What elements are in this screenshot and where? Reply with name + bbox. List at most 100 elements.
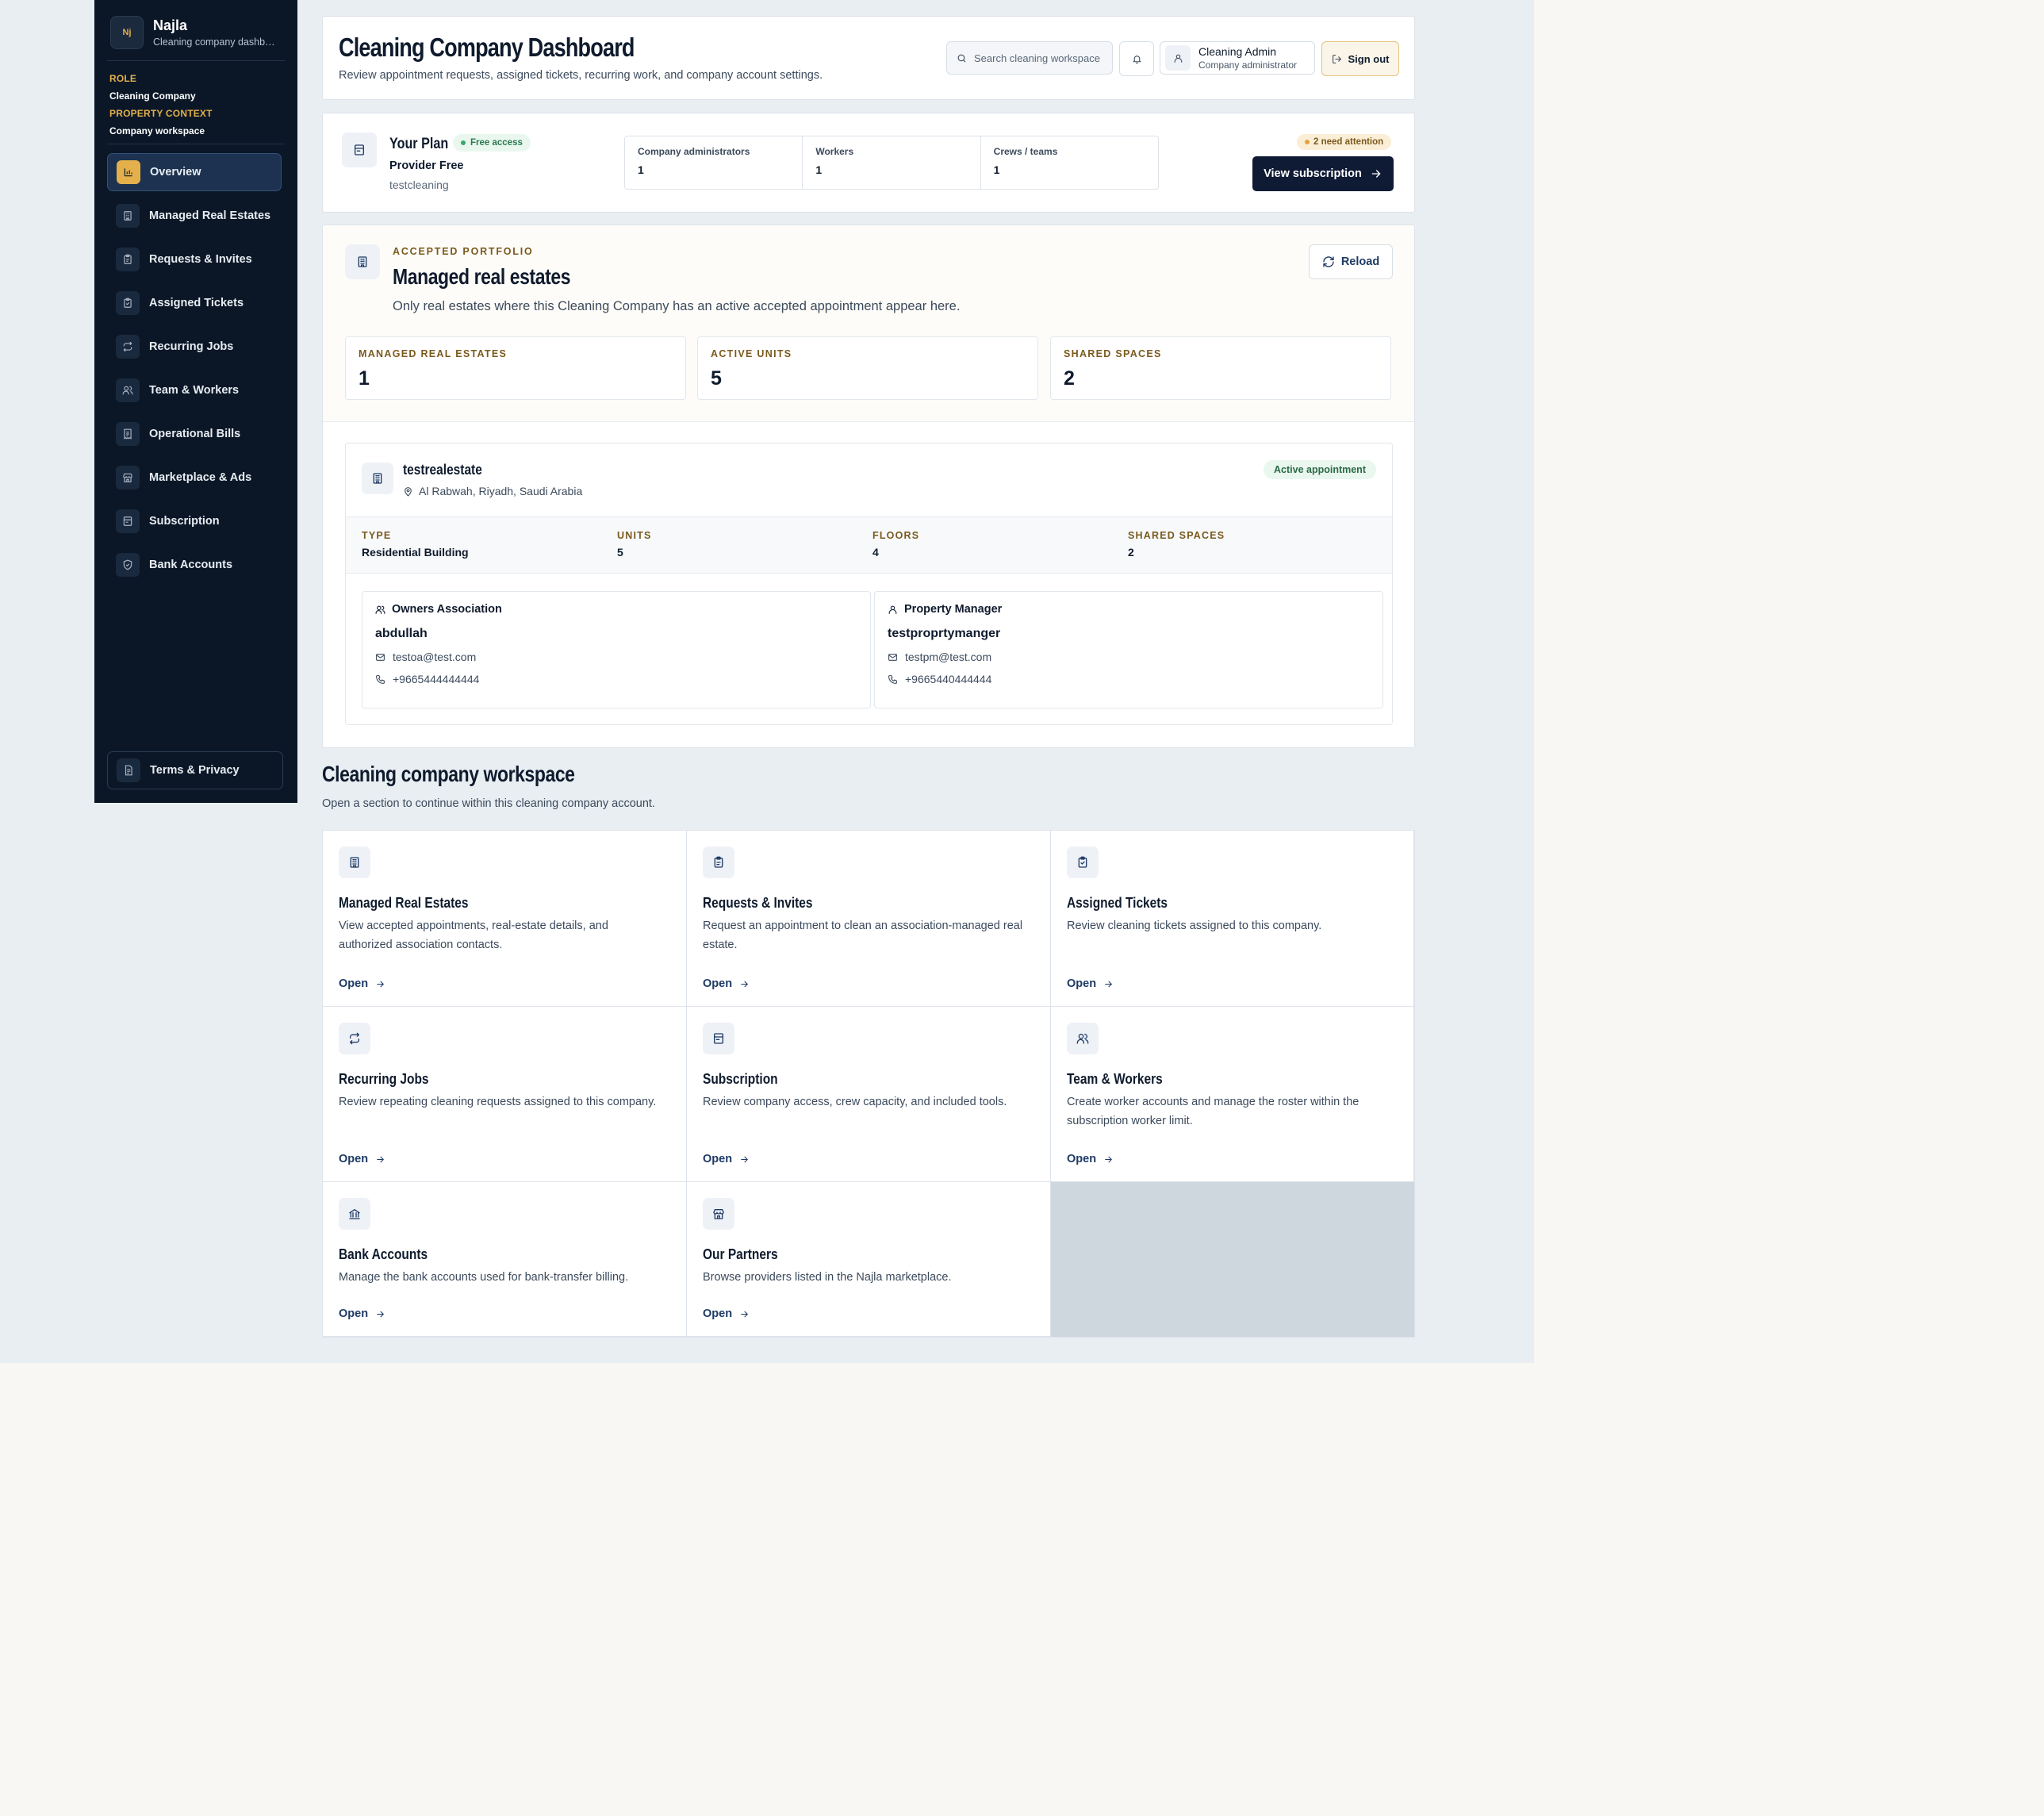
open-label: Open (1067, 977, 1097, 990)
warning-dot (1305, 140, 1310, 144)
tile-description: Browse providers listed in the Najla mar… (703, 1271, 952, 1284)
plan-stat: Company administrators 1 (625, 136, 803, 189)
arrow-right-icon (739, 979, 750, 989)
real-estate-card[interactable]: testrealestate Al Rabwah, Riyadh, Saudi … (345, 443, 1393, 725)
brand[interactable]: Nj Najla Cleaning company dashboard (110, 16, 280, 49)
open-link[interactable]: Open (703, 977, 750, 990)
tile-our-partners[interactable]: Our Partners Browse providers listed in … (687, 1182, 1051, 1337)
portfolio-title: Managed real estates (393, 264, 571, 289)
plan-title: Your Plan (389, 136, 449, 152)
open-label: Open (703, 977, 733, 990)
arrow-right-icon (739, 1154, 750, 1165)
users-icon (116, 378, 140, 402)
workspace-subtitle: Open a section to continue within this c… (322, 797, 655, 810)
sidebar-item-label: Subscription (149, 515, 220, 528)
clipboard-icon (116, 248, 140, 271)
sign-out-button[interactable]: Sign out (1321, 41, 1399, 76)
brand-subtitle: Cleaning company dashboard (153, 36, 280, 48)
contact-email[interactable]: testoa@test.com (375, 651, 857, 663)
open-link[interactable]: Open (1067, 1153, 1114, 1165)
brand-name: Najla (153, 17, 188, 33)
sidebar-item-label: Team & Workers (149, 384, 240, 397)
plan-stat: Crews / teams 1 (981, 136, 1158, 189)
contact-phone[interactable]: +9665440444444 (888, 673, 1370, 685)
sidebar-item-overview[interactable]: Overview (107, 153, 282, 191)
sidebar-item-requests-invites[interactable]: Requests & Invites (107, 240, 282, 278)
metric-label: MANAGED REAL ESTATES (359, 348, 508, 359)
open-link[interactable]: Open (1067, 977, 1114, 990)
arrow-right-icon (375, 979, 385, 989)
tile-team-workers[interactable]: Team & Workers Create worker accounts an… (1051, 1007, 1414, 1182)
user-icon (1173, 53, 1183, 63)
open-link[interactable]: Open (703, 1153, 750, 1165)
sidebar-item-marketplace-ads[interactable]: Marketplace & Ads (107, 459, 282, 497)
plan-stat-value: 1 (815, 163, 823, 176)
tile-managed-real-estates[interactable]: Managed Real Estates View accepted appoi… (323, 831, 687, 1007)
user-menu[interactable]: Cleaning Admin Company administrator (1160, 41, 1315, 75)
user-icon (888, 605, 898, 615)
sidebar-item-bank-accounts[interactable]: Bank Accounts (107, 546, 282, 584)
plan-name: Provider Free (389, 159, 464, 172)
fact-label: FLOORS (872, 530, 920, 541)
tile-title: Our Partners (703, 1246, 778, 1262)
arrow-right-icon (1103, 979, 1114, 989)
sidebar-item-label: Recurring Jobs (149, 340, 234, 353)
contact-email[interactable]: testpm@test.com (888, 651, 1370, 663)
metric-card: SHARED SPACES 2 (1050, 336, 1391, 400)
contact-phone[interactable]: +9665444444444 (375, 673, 857, 685)
sidebar-item-managed-real-estates[interactable]: Managed Real Estates (107, 197, 282, 235)
reload-button[interactable]: Reload (1309, 244, 1393, 279)
plan-stat-label: Workers (815, 146, 854, 157)
metric-card: ACTIVE UNITS 5 (697, 336, 1038, 400)
search-icon (957, 53, 967, 63)
fact-value: 5 (617, 546, 623, 559)
fact: UNITS 5 (617, 517, 872, 573)
arrow-right-icon (375, 1309, 385, 1319)
mail-icon (888, 652, 898, 662)
real-estate-location: Al Rabwah, Riyadh, Saudi Arabia (403, 485, 582, 497)
open-link[interactable]: Open (339, 1153, 385, 1165)
tile-title: Recurring Jobs (339, 1071, 429, 1087)
plan-stat-label: Crews / teams (993, 146, 1058, 157)
open-link[interactable]: Open (339, 977, 385, 990)
fact-value: 2 (1128, 546, 1134, 559)
portfolio-card: ACCEPTED PORTFOLIO Managed real estates … (322, 225, 1415, 748)
view-subscription-button[interactable]: View subscription (1252, 156, 1394, 191)
metric-value: 2 (1064, 367, 1075, 390)
sidebar-item-operational-bills[interactable]: Operational Bills (107, 415, 282, 453)
tile-subscription[interactable]: Subscription Review company access, crew… (687, 1007, 1051, 1182)
attention-badge: 2 need attention (1297, 134, 1392, 150)
open-link[interactable]: Open (339, 1307, 385, 1320)
email-text: testpm@test.com (905, 651, 992, 663)
notifications-button[interactable] (1119, 41, 1154, 76)
sidebar-item-team-workers[interactable]: Team & Workers (107, 371, 282, 409)
open-label: Open (339, 1307, 369, 1320)
plan-stats: Company administrators 1 Workers 1 Crews… (624, 136, 1159, 190)
sidebar-item-label: Managed Real Estates (149, 209, 271, 222)
building-icon (339, 847, 370, 878)
tile-assigned-tickets[interactable]: Assigned Tickets Review cleaning tickets… (1051, 831, 1414, 1007)
sidebar-item-label: Bank Accounts (149, 559, 233, 571)
real-estate-name: testrealestate (403, 462, 482, 478)
sidebar-item-subscription[interactable]: Subscription (107, 502, 282, 540)
search-input[interactable]: Search cleaning workspace (946, 41, 1113, 75)
sidebar-nav: Overview Managed Real Estates Requests &… (107, 153, 282, 589)
card-icon (116, 509, 140, 533)
fact: SHARED SPACES 2 (1128, 517, 1383, 573)
sidebar: Nj Najla Cleaning company dashboard ROLE… (94, 0, 297, 803)
open-link[interactable]: Open (703, 1307, 750, 1320)
tile-description: Review repeating cleaning requests assig… (339, 1096, 657, 1108)
tile-title: Assigned Tickets (1067, 895, 1168, 911)
sidebar-item-assigned-tickets[interactable]: Assigned Tickets (107, 284, 282, 322)
tile-recurring-jobs[interactable]: Recurring Jobs Review repeating cleaning… (323, 1007, 687, 1182)
tile-title: Team & Workers (1067, 1071, 1163, 1087)
user-name: Cleaning Admin (1198, 45, 1277, 58)
tile-requests-invites[interactable]: Requests & Invites Request an appointmen… (687, 831, 1051, 1007)
shield-icon (116, 553, 140, 577)
terms-privacy-link[interactable]: Terms & Privacy (107, 751, 283, 789)
sidebar-item-label: Assigned Tickets (149, 297, 244, 309)
chart-icon (117, 160, 140, 184)
sidebar-item-recurring-jobs[interactable]: Recurring Jobs (107, 328, 282, 366)
contact-name: abdullah (375, 627, 428, 640)
tile-bank-accounts[interactable]: Bank Accounts Manage the bank accounts u… (323, 1182, 687, 1337)
